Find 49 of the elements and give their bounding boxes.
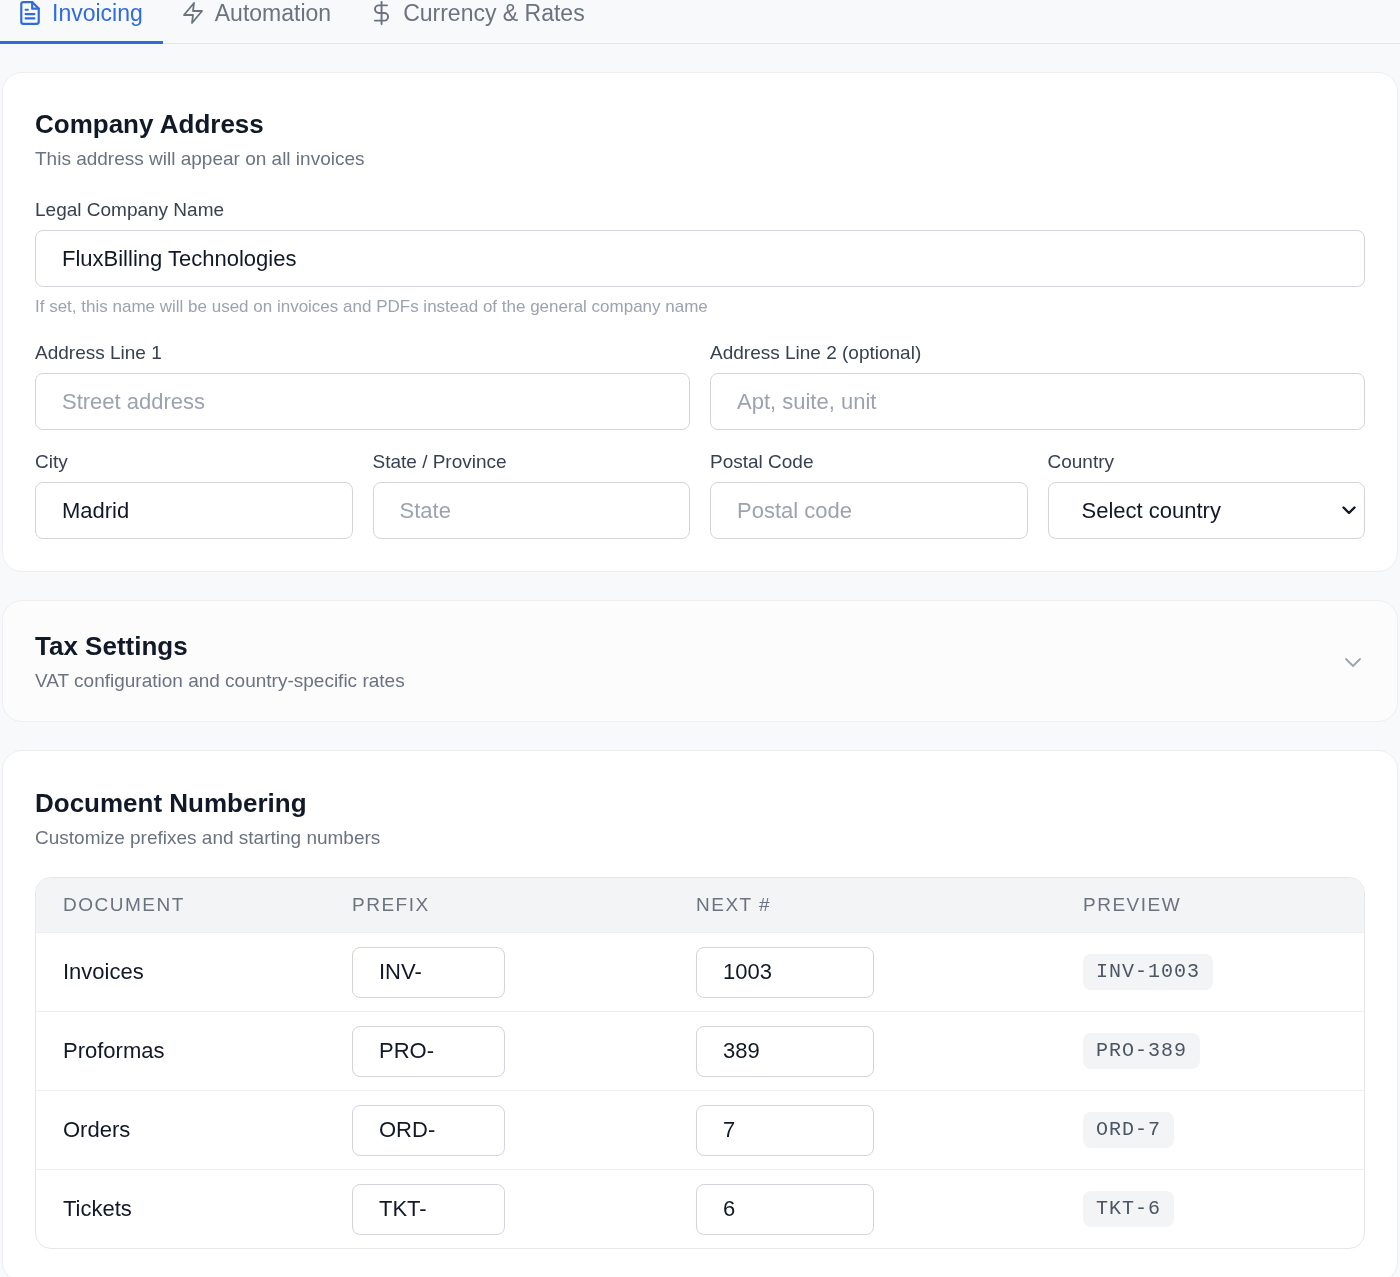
text-field[interactable]: State bbox=[372, 482, 690, 539]
text-field[interactable]: FluxBilling Technologies bbox=[35, 230, 1365, 287]
preview-code: INV-1003 bbox=[1083, 954, 1213, 990]
document-name: Proformas bbox=[63, 1038, 165, 1064]
document-name: Tickets bbox=[63, 1196, 132, 1222]
section-title: Company Address bbox=[35, 108, 265, 140]
lightning-icon bbox=[182, 1, 203, 25]
document-name: Invoices bbox=[63, 959, 144, 985]
field-label: State / Province bbox=[372, 450, 508, 474]
prefix-field[interactable]: INV- bbox=[352, 946, 505, 998]
document-icon bbox=[20, 1, 40, 25]
document-name: Orders bbox=[63, 1117, 131, 1143]
section-subtitle: VAT configuration and country-specific rates bbox=[35, 669, 405, 693]
text-field[interactable]: Madrid bbox=[35, 482, 353, 539]
column-header: DOCUMENT bbox=[62, 894, 186, 916]
field-label: Country bbox=[1047, 450, 1116, 474]
field-label: Address Line 1 bbox=[35, 341, 163, 365]
country-select[interactable]: Select country bbox=[1047, 482, 1365, 539]
text-field[interactable]: Apt, suite, unit bbox=[710, 373, 1365, 430]
column-header: PREFIX bbox=[351, 894, 431, 916]
text-field[interactable]: Street address bbox=[35, 373, 690, 430]
preview-code: PRO-389 bbox=[1083, 1033, 1200, 1069]
dollar-icon bbox=[371, 1, 392, 25]
preview-code: TKT-6 bbox=[1083, 1191, 1174, 1227]
next-number-field[interactable]: 1003 bbox=[696, 946, 874, 998]
next-number-field[interactable]: 7 bbox=[696, 1104, 874, 1156]
section-subtitle: This address will appear on all invoices bbox=[35, 147, 366, 171]
section-title: Document Numbering bbox=[35, 787, 308, 819]
next-number-field[interactable]: 389 bbox=[696, 1025, 874, 1077]
column-header: PREVIEW bbox=[1082, 894, 1183, 916]
preview-code: ORD-7 bbox=[1083, 1112, 1174, 1148]
text-field[interactable]: Postal code bbox=[710, 482, 1028, 539]
tab[interactable]: Currency & Rates bbox=[351, 0, 605, 44]
prefix-field[interactable]: TKT- bbox=[352, 1183, 505, 1235]
section-title: Tax Settings bbox=[35, 630, 189, 662]
tab[interactable]: Invoicing bbox=[0, 0, 163, 44]
field-label: City bbox=[35, 450, 69, 474]
section-subtitle: Customize prefixes and starting numbers bbox=[35, 826, 382, 850]
prefix-field[interactable]: PRO- bbox=[352, 1025, 505, 1077]
column-header: NEXT # bbox=[695, 894, 773, 916]
chevron-down-icon bbox=[1342, 506, 1356, 515]
next-number-field[interactable]: 6 bbox=[696, 1183, 874, 1235]
field-label: Legal Company Name bbox=[35, 198, 226, 222]
tab[interactable]: Automation bbox=[162, 0, 352, 44]
chevron-down-icon[interactable] bbox=[1345, 657, 1361, 667]
field-label: Address Line 2 (optional) bbox=[710, 341, 923, 365]
prefix-field[interactable]: ORD- bbox=[352, 1104, 505, 1156]
field-label: Postal Code bbox=[710, 450, 815, 474]
help-text: If set, this name will be used on invoices and PDFs instead of the general company name bbox=[35, 296, 709, 318]
